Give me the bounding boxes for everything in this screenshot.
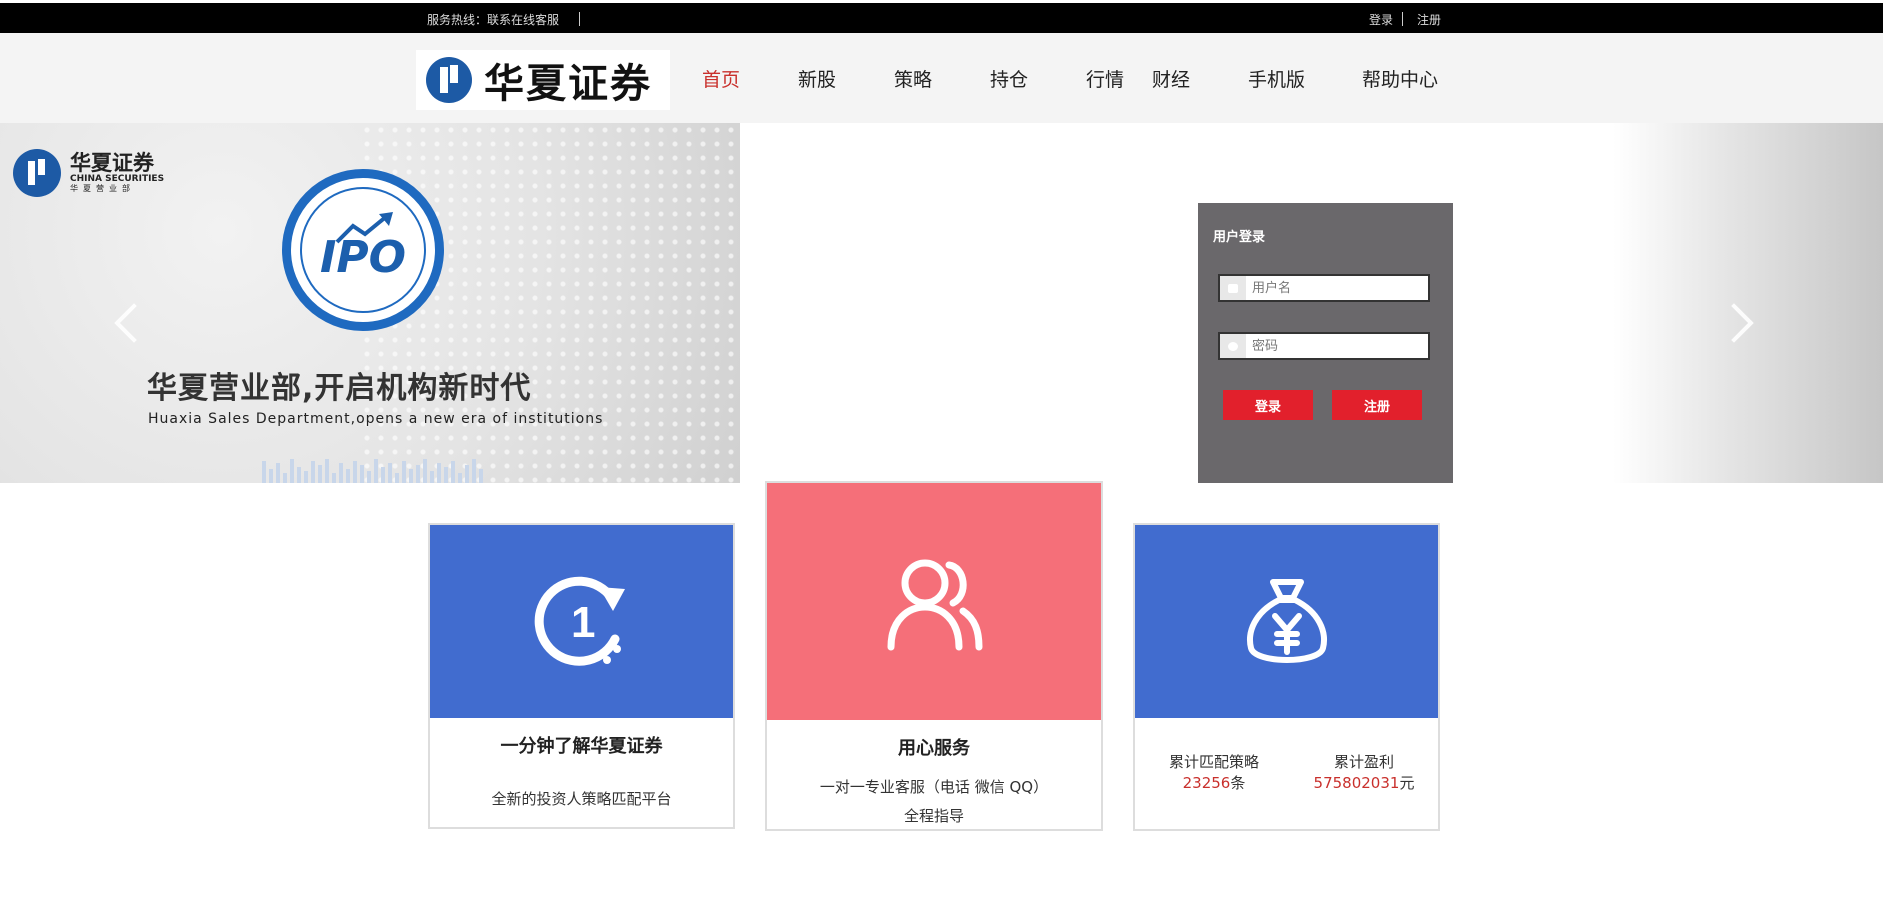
password-input[interactable] [1246,334,1426,358]
banner-logo: 华夏证券 CHINA SECURITIES 华夏营业部 [13,149,164,197]
stats-card-header [1135,525,1438,718]
trend-arrow-icon [335,212,393,244]
logo-text: 华夏证券 [484,61,652,107]
nav-strategy[interactable]: 策略 [894,65,932,92]
nav-new-stocks[interactable]: 新股 [798,65,836,92]
service-hotline[interactable]: 服务热线：联系在线客服 [427,11,559,28]
nav-home[interactable]: 首页 [702,65,740,92]
service-card-desc: 一对一专业客服（电话 微信 QQ） [819,778,1049,796]
profit-stat: 累计盈利 575802031元 [1299,751,1429,793]
money-bag-yen-icon [1246,578,1327,663]
users-icon [887,559,983,650]
strategies-stat: 累计匹配策略 23256条 [1149,751,1279,793]
user-icon [1220,334,1246,358]
service-card-title: 用心服务 [898,738,970,759]
top-bar: 服务热线：联系在线客服 登录 注册 [0,3,1883,33]
service-card-header [767,483,1101,720]
banner-subtitle: Huaxia Sales Department,opens a new era … [148,411,604,427]
one-minute-clock-icon: 1 [534,576,625,666]
top-login-link[interactable]: 登录 [1369,11,1393,28]
intro-card-header: 1 [430,525,733,718]
svg-text:1: 1 [571,598,595,647]
logo-mark-icon [426,57,472,103]
login-panel: 用户登录 登录 注册 [1198,203,1453,483]
banner-logo-cn: 华夏证券 [70,151,154,176]
site-logo[interactable]: 华夏证券 [416,50,670,110]
banner-title: 华夏营业部,开启机构新时代 [147,371,532,406]
intro-card-title: 一分钟了解华夏证券 [500,736,663,757]
logo-mark-icon [13,149,61,197]
nav-help-center[interactable]: 帮助中心 [1362,65,1438,92]
nav-market[interactable]: 行情 [1086,65,1124,92]
intro-card[interactable]: 1 一分钟了解华夏证券 全新的投资人策略匹配平台 [428,523,735,829]
strategies-unit: 条 [1230,774,1246,792]
site-header: 华夏证券 首页 新股 策略 持仓 行情 财经 手机版 帮助中心 [0,33,1883,123]
banner-decorative-bars [262,457,483,483]
hero-banner: 华夏证券 CHINA SECURITIES 华夏营业部 IPO 华夏营业部,开启… [0,123,1883,483]
divider [1402,12,1403,26]
nav-positions[interactable]: 持仓 [990,65,1028,92]
strategies-label: 累计匹配策略 [1168,753,1259,771]
divider [579,12,580,26]
login-panel-title: 用户登录 [1213,230,1266,245]
ipo-badge: IPO [282,169,444,331]
nav-finance[interactable]: 财经 [1152,65,1190,92]
top-register-link[interactable]: 注册 [1417,11,1441,28]
nav-mobile[interactable]: 手机版 [1248,65,1305,92]
service-card-desc-2: 全程指导 [903,807,964,825]
password-field[interactable] [1218,332,1430,360]
profit-unit: 元 [1399,774,1415,792]
login-button[interactable]: 登录 [1223,390,1313,420]
register-button[interactable]: 注册 [1332,390,1422,420]
lock-icon [1220,276,1246,300]
username-field[interactable] [1218,274,1430,302]
banner-logo-sub: 华夏营业部 [70,184,135,194]
profit-value: 575802031 [1313,774,1400,792]
banner-right-gradient [1613,123,1883,483]
stats-card[interactable]: 累计匹配策略 23256条 累计盈利 575802031元 [1133,523,1440,831]
username-input[interactable] [1246,276,1426,300]
intro-card-desc: 全新的投资人策略匹配平台 [491,790,672,808]
profit-label: 累计盈利 [1333,753,1394,771]
service-card[interactable]: 用心服务 一对一专业客服（电话 微信 QQ） 全程指导 [765,481,1103,831]
strategies-value: 23256 [1182,774,1231,792]
